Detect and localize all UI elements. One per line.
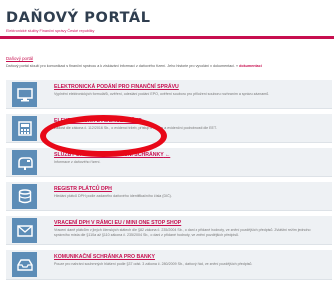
service-icon-box <box>12 218 37 243</box>
header-accent-bar <box>0 36 334 39</box>
service-item-dis[interactable]: SLUŽBY DAŇOVÉ INFORMAČNÍ SCHRÁNKY ← Info… <box>6 148 332 177</box>
service-icon-box <box>12 150 37 175</box>
service-title[interactable]: KOMUNIKAČNÍ SCHRÁNKA PRO BANKY <box>54 254 155 260</box>
database-icon <box>18 189 31 204</box>
service-icon-box <box>12 184 37 209</box>
service-description: Pouze pro nahrání souhrnných hlášení pod… <box>54 262 253 266</box>
mailbox-icon <box>17 156 33 170</box>
service-title[interactable]: REGISTR PLÁTCŮ DPH <box>54 186 112 192</box>
service-icon-box <box>12 82 37 107</box>
service-item-dph-registry[interactable]: REGISTR PLÁTCŮ DPH Hledání plátců DPH po… <box>6 182 332 211</box>
service-item-epo[interactable]: ELEKTRONICKÁ PODÁNÍ PRO FINANČNÍ SPRÁVU … <box>6 80 332 109</box>
service-description: Vracení daně plátcům v jiných členských … <box>54 228 311 237</box>
service-description: Vyplnění elektronických formulářů, ověře… <box>54 92 270 96</box>
intro-section: Daňový portál Daňový portál slouží pro k… <box>6 56 328 68</box>
header: DAŇOVÝ PORTÁL Elektronické služby Finanč… <box>0 0 334 50</box>
breadcrumb[interactable]: Daňový portál <box>6 56 328 61</box>
calculator-icon <box>17 121 32 136</box>
documentation-link[interactable]: dokumentaci <box>239 64 262 68</box>
portal-logo[interactable]: DAŇOVÝ PORTÁL <box>6 10 151 26</box>
service-title[interactable]: SLUŽBY DAŇOVÉ INFORMAČNÍ SCHRÁNKY ← <box>54 152 170 158</box>
service-item-eu-vat[interactable]: VRACENÍ DPH V RÁMCI EU / MINI ONE STOP S… <box>6 216 332 245</box>
service-title[interactable]: ELEKTRONICKÁ EVIDENCE TRŽEB <box>54 118 142 124</box>
arrow-left-icon: ← <box>165 152 171 158</box>
service-description: Žádost dle zákona č. 112/2016 Sb., o evi… <box>54 126 217 130</box>
monitor-icon <box>16 87 33 101</box>
inbox-icon <box>16 258 33 271</box>
service-icon-box <box>12 116 37 141</box>
service-item-eet[interactable]: ELEKTRONICKÁ EVIDENCE TRŽEB Žádost dle z… <box>6 114 332 143</box>
service-item-banks[interactable]: KOMUNIKAČNÍ SCHRÁNKA PRO BANKY Pouze pro… <box>6 250 332 280</box>
portal-tagline: Elektronické služby Finanční správy Česk… <box>6 29 95 33</box>
service-title-text: SLUŽBY DAŇOVÉ INFORMAČNÍ SCHRÁNKY <box>54 152 164 158</box>
service-description: Informace z daňového řízení. <box>54 160 101 164</box>
service-title[interactable]: ELEKTRONICKÁ PODÁNÍ PRO FINANČNÍ SPRÁVU <box>54 84 179 90</box>
service-icon-box <box>12 252 37 277</box>
service-title[interactable]: VRACENÍ DPH V RÁMCI EU / MINI ONE STOP S… <box>54 220 181 226</box>
envelope-icon <box>16 224 33 237</box>
intro-text: Daňový portál slouží pro komunikaci s fi… <box>6 64 262 68</box>
service-description: Hledání plátců DPH podle zadaného daňové… <box>54 194 172 198</box>
intro-body: Daňový portál slouží pro komunikaci s fi… <box>6 64 235 68</box>
